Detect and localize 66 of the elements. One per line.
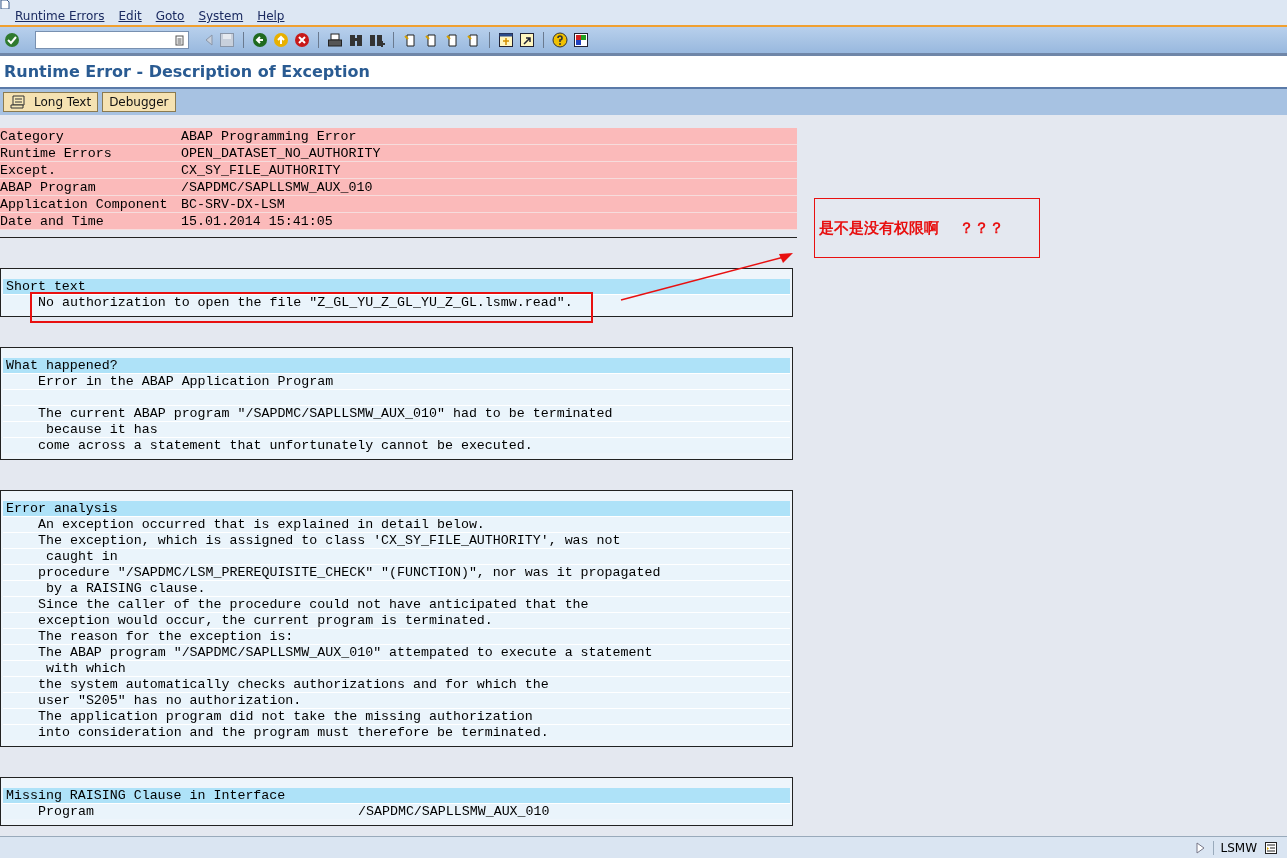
field-label: Category [0,128,65,144]
section-text: the system automatically checks authorizations and for which the [38,677,549,692]
section-text: The ABAP program "/SAPDMC/SAPLLSMW_AUX_010" attempated to execute a statement [38,645,653,660]
section-text: The current ABAP program "/SAPDMC/SAPLLSMW_AUX_010" had to be terminated [38,406,613,421]
section-text: Since the caller of the procedure could not have anticipated that the [38,597,589,612]
list-icon[interactable] [1265,841,1277,854]
menu-item[interactable]: System [198,9,244,25]
menu-item[interactable]: Runtime Errors [15,9,105,25]
dropdown-icon[interactable] [175,34,184,46]
field-value: /SAPDMC/SAPLLSMW_AUX_010 [181,179,373,195]
menu-item[interactable]: Edit [118,9,142,25]
field-label: Date and Time [0,213,105,229]
section-text: caught in [44,549,118,564]
command-field[interactable] [35,31,189,49]
section-text: An exception occurred that is explained in detail below. [38,517,485,532]
field-label: Application Component [0,196,169,212]
section-heading: Missing RAISING Clause in Interface [3,788,790,803]
section-text: user "S205" has no authorization. [38,693,302,708]
section-text: exception would occur, the current program is terminated. [38,613,493,628]
help-icon[interactable] [552,32,568,48]
annotation-marks: ？？？ [959,218,1004,238]
cancel-icon[interactable] [294,32,310,48]
section-text: come across a statement that unfortunately cannot be executed. [38,438,533,453]
section-text: No authorization to open the file "Z_GL_YU_Z_GL_YU_Z_GL.lsmw.read". [38,295,573,310]
field-label: Runtime Errors [0,145,113,161]
field-value: ABAP Programming Error [181,128,357,144]
menu-item[interactable]: Goto [155,9,185,25]
section-text: by a RAISING clause. [44,581,206,596]
layout-icon[interactable] [573,32,589,48]
section-heading: Short text [3,279,790,294]
section-value: /SAPDMC/SAPLLSMW_AUX_010 [358,804,550,819]
triangle-icon[interactable] [1196,841,1206,854]
section-heading: What happened? [3,358,790,373]
field-value: CX_SY_FILE_AUTHORITY [181,162,341,178]
document-icon[interactable] [0,0,10,9]
section-text: The exception, which is assigned to class 'CX_SY_FILE_AUTHORITY', was not [38,533,621,548]
print-icon[interactable] [327,32,343,48]
field-value: OPEN_DATASET_NO_AUTHORITY [181,145,381,161]
section-text: Error in the ABAP Application Program [38,374,334,389]
section-text: with which [44,661,126,676]
scroll-icon [10,95,26,109]
section-text: into consideration and the program must therefore be terminated. [38,725,549,740]
toolbar-button[interactable]: Debugger [102,92,176,112]
transaction-code: LSMW [1213,840,1257,855]
section-heading: Error analysis [3,501,790,516]
section-text: The application program did not take the missing authorization [38,709,533,724]
field-label: ABAP Program [0,179,97,195]
page-icon[interactable] [444,32,460,48]
toolbar-button[interactable]: Long Text [3,92,99,112]
page-icon[interactable] [423,32,439,48]
screen-title: Runtime Error - Description of Exception [4,62,370,81]
menu-item[interactable]: Help [257,9,285,25]
annotation-text: 是不是没有权限啊 [819,218,939,238]
back-icon[interactable] [252,32,268,48]
section-text: The reason for the exception is: [38,629,294,644]
section-text: because it has [44,422,158,437]
section-text: Program [38,804,95,819]
enter-icon[interactable] [4,32,20,48]
field-value: BC-SRV-DX-LSM [181,196,285,212]
field-label: Except. [0,162,57,178]
field-value: 15.01.2014 15:41:05 [181,213,333,229]
page-icon[interactable] [402,32,418,48]
window-icon[interactable] [498,32,514,48]
shortcut-icon[interactable] [519,32,535,48]
section-text: procedure "/SAPDMC/LSM_PREREQUISITE_CHECK" "(FUNCTION)", nor was it propagated [38,565,661,580]
page-icon[interactable] [465,32,481,48]
